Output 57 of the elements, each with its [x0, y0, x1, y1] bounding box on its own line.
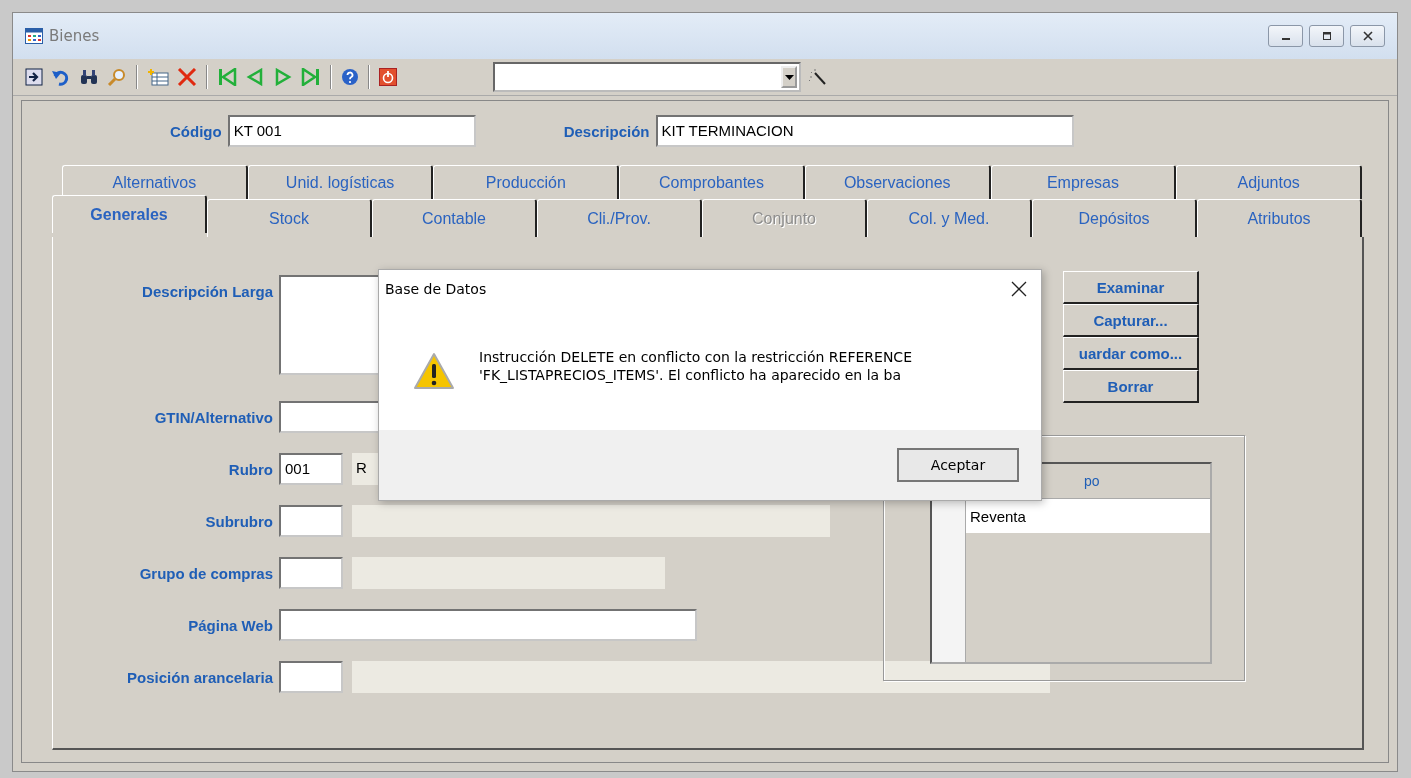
close-icon	[1362, 31, 1373, 41]
text-field[interactable]: KT 001	[227, 115, 476, 147]
tab[interactable]: Adjuntos	[1176, 165, 1363, 199]
accept-button[interactable]: Aceptar	[897, 448, 1019, 482]
tab[interactable]: Atributos	[1197, 199, 1362, 237]
field-label: Subrubro	[205, 512, 273, 530]
tab[interactable]: Empresas	[990, 165, 1177, 199]
field-label: Grupo de compras	[139, 564, 273, 582]
field-label: Rubro	[228, 460, 273, 478]
tab[interactable]: Producción	[433, 165, 620, 199]
tab[interactable]: Stock	[207, 199, 372, 237]
window-title: Bienes	[49, 27, 100, 45]
power-icon[interactable]	[377, 66, 399, 88]
field-label: Descripción Larga	[142, 283, 273, 300]
image-button[interactable]: Borrar	[1063, 370, 1199, 403]
new-table-icon[interactable]	[145, 66, 171, 88]
code-field[interactable]	[279, 557, 343, 589]
code-field[interactable]: 001	[279, 453, 343, 485]
tab[interactable]: Alternativos	[62, 165, 248, 199]
tab[interactable]: Unid. logísticas	[247, 165, 434, 199]
tab[interactable]: Generales	[52, 195, 207, 233]
tab[interactable]: Observaciones	[804, 165, 991, 199]
field-label: Posición arancelaria	[127, 668, 273, 686]
text-field[interactable]	[279, 609, 697, 641]
field-label: Página Web	[188, 616, 273, 634]
field-label: Descripción	[563, 122, 650, 140]
code-field[interactable]	[279, 505, 343, 537]
grid-row[interactable]: Reventa	[966, 499, 1210, 533]
field-label: GTIN/Alternativo	[154, 408, 273, 426]
tab[interactable]: Col. y Med.	[867, 199, 1032, 237]
tab[interactable]: Comprobantes	[619, 165, 805, 199]
image-button[interactable]: Capturar...	[1063, 304, 1199, 337]
close-button[interactable]	[1009, 279, 1029, 299]
restore-icon	[1321, 31, 1332, 41]
code-field[interactable]	[279, 661, 343, 693]
dialog-title: Base de Datos	[385, 281, 487, 297]
image-button[interactable]: uardar como...	[1063, 337, 1199, 370]
image-button[interactable]: Examinar	[1063, 271, 1199, 304]
close-icon	[1011, 281, 1027, 297]
enter-arrow-icon[interactable]	[23, 66, 45, 88]
close-button[interactable]	[1350, 25, 1385, 47]
dropdown[interactable]	[493, 62, 801, 92]
minimize-icon	[1281, 38, 1290, 40]
grid-cell: Reventa	[970, 507, 1026, 525]
dialog-message: Instrucción DELETE en conflicto con la restricción REFERENCE 'FK_LISTAPRECIOS_ITEMS'. El conflicto ha aparecido en la ba	[479, 348, 912, 385]
grid-icon	[25, 28, 43, 44]
dropdown-arrow-icon	[784, 74, 794, 80]
minimize-button[interactable]	[1268, 25, 1303, 47]
tab[interactable]: Contable	[372, 199, 537, 237]
tab[interactable]: Cli./Prov.	[537, 199, 702, 237]
tab[interactable]: Depósitos	[1032, 199, 1197, 237]
restore-button[interactable]	[1309, 25, 1344, 47]
text-field[interactable]: KIT TERMINACION	[655, 115, 1074, 147]
delete-icon[interactable]	[175, 66, 199, 88]
warning-icon	[413, 352, 455, 390]
field-label: Código	[170, 122, 222, 140]
help-icon[interactable]	[339, 66, 361, 88]
